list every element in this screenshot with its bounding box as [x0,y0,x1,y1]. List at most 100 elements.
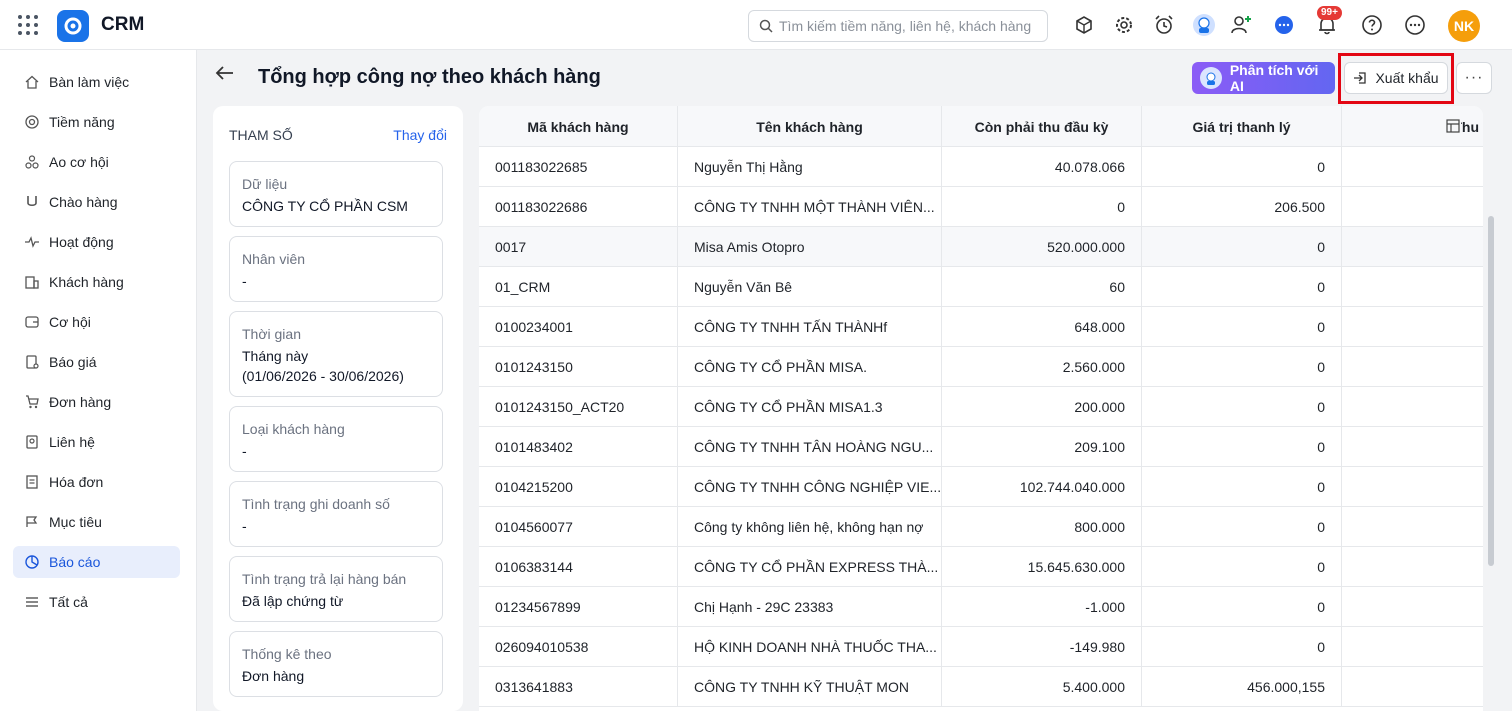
gear-icon[interactable] [1112,13,1136,37]
table-cell [1342,667,1483,707]
sidebar-item-muc-tieu[interactable]: Mục tiêu [13,506,180,538]
app-launcher-icon[interactable] [18,15,38,35]
column-header[interactable]: Còn phải thu đầu kỳ [942,106,1142,147]
table-cell: HỘ KINH DOANH NHÀ THUỐC THA... [678,627,942,667]
search-box[interactable] [748,10,1048,42]
change-params-link[interactable]: Thay đổi [393,127,447,143]
column-header[interactable]: Giá trị thanh lý [1142,106,1342,147]
param-card-return-status[interactable]: Tình trạng trả lại hàng bán Đã lập chứng… [229,556,443,622]
table-row[interactable]: 0101243150 CÔNG TY CỔ PHẦN MISA. 2.560.000… [479,347,1483,387]
table-cell: Nguyễn Thị Hằng [678,147,942,187]
sidebar-item-lien-he[interactable]: Liên hệ [13,426,180,458]
table-cell [1342,147,1483,187]
sidebar-item-label: Tiềm năng [49,114,115,130]
sidebar-item-chao-hang[interactable]: Chào hàng [13,186,180,218]
table-cell: 01234567899 [479,587,678,627]
param-label: Nhân viên [242,251,306,267]
sidebar-item-tiem-nang[interactable]: Tiềm năng [13,106,180,138]
table-cell: 026094010538 [479,627,678,667]
table-cell [1342,267,1483,307]
more-actions-button[interactable]: ··· [1456,62,1492,94]
table-row[interactable]: 001183022686 CÔNG TY TNHH MỘT THÀNH VIÊN.… [479,187,1483,227]
table-row[interactable]: 001183022685 Nguyễn Thị Hằng 40.078.066 0 [479,147,1483,187]
table-cell: 0 [1142,307,1342,347]
table-row[interactable]: 01234567899 Chị Hạnh - 29C 23383 -1.000 0 [479,587,1483,627]
table-cell: 456.000,155 [1142,667,1342,707]
alarm-clock-icon[interactable] [1152,13,1176,37]
param-card-sales-status[interactable]: Tình trạng ghi doanh số - [229,481,443,547]
table-cell: -1.000 [942,587,1142,627]
table-row[interactable]: 01_CRM Nguyễn Văn Bê 60 0 [479,267,1483,307]
sidebar-item-label: Mục tiêu [49,514,102,530]
analyze-with-ai-button[interactable]: Phân tích với AI [1192,62,1335,94]
table-row[interactable]: 0104215200 CÔNG TY TNHH CÔNG NGHIỆP VIE..… [479,467,1483,507]
param-card-employee[interactable]: Nhân viên - [229,236,443,302]
export-icon [1354,72,1367,84]
table-cell: 001183022686 [479,187,678,227]
table-scrollbar[interactable] [1485,106,1497,711]
table-cell: 01_CRM [479,267,678,307]
sidebar-item-hoat-dong[interactable]: Hoạt động [13,226,180,258]
table-cell: 102.744.040.000 [942,467,1142,507]
menu-icon [25,595,39,609]
column-header[interactable]: Mã khách hàng [479,106,678,147]
param-card-time[interactable]: Thời gian Tháng này (01/06/2026 - 30/06/… [229,311,443,397]
column-settings-icon[interactable] [1445,118,1461,134]
table-row[interactable]: 0017 Misa Amis Otopro 520.000.000 0 [479,227,1483,267]
sidebar-item-bao-gia[interactable]: Báo giá [13,346,180,378]
table-row[interactable]: 0100234001 CÔNG TY TNHH TẤN THÀNHf 648.000… [479,307,1483,347]
param-value: - [242,273,247,289]
table-cell: -149.980 [942,627,1142,667]
chat-icon[interactable] [1272,13,1296,37]
page-title: Tổng hợp công nợ theo khách hàng [258,66,601,88]
scrollbar-thumb[interactable] [1488,216,1494,566]
user-avatar[interactable]: NK [1448,10,1480,42]
sidebar-item-khach-hang[interactable]: Khách hàng [13,266,180,298]
sidebar-item-label: Liên hệ [49,434,95,450]
param-card-data[interactable]: Dữ liệu CÔNG TY CỔ PHẦN CSM [229,161,443,227]
param-label: Tình trạng ghi doanh số [242,496,390,512]
table-cell: 206.500 [1142,187,1342,227]
table-cell: 0101243150 [479,347,678,387]
sidebar-item-don-hang[interactable]: Đơn hàng [13,386,180,418]
back-arrow-icon[interactable] [214,62,236,84]
add-user-icon[interactable] [1229,13,1253,37]
sidebar-item-hoa-don[interactable]: Hóa đơn [13,466,180,498]
param-card-stat-by[interactable]: Thống kê theo Đơn hàng [229,631,443,697]
search-input[interactable] [779,18,1039,34]
table-cell: 2.560.000 [942,347,1142,387]
sidebar-item-tat-ca[interactable]: Tất cả [13,586,180,618]
table-cell: CÔNG TY TNHH MỘT THÀNH VIÊN... [678,187,942,227]
more-options-icon[interactable] [1403,13,1427,37]
table-cell: CÔNG TY TNHH TÂN HOÀNG NGU... [678,427,942,467]
help-icon[interactable] [1360,13,1384,37]
table-row[interactable]: 026094010538 HỘ KINH DOANH NHÀ THUỐC THA.… [479,627,1483,667]
table-cell: Công ty không liên hệ, không hạn nợ [678,507,942,547]
table-row[interactable]: 0104560077 Công ty không liên hệ, không h… [479,507,1483,547]
table-cell [1342,427,1483,467]
table-cell: Chị Hạnh - 29C 23383 [678,587,942,627]
sidebar-item-ban-lam-viec[interactable]: Bàn làm việc [13,66,180,98]
home-icon [25,75,39,89]
param-value: Đơn hàng [242,668,305,684]
ai-assistant-icon[interactable] [1192,13,1216,37]
table-row[interactable]: 0313641883 CÔNG TY TNHH KỸ THUẬT MON 5.400… [479,667,1483,707]
table-cell [1342,507,1483,547]
sidebar-item-co-hoi[interactable]: Cơ hội [13,306,180,338]
table-cell: 0 [1142,627,1342,667]
column-header[interactable]: Thu [1342,106,1483,147]
column-header[interactable]: Tên khách hàng [678,106,942,147]
sidebar-item-bao-cao[interactable]: Báo cáo [13,546,180,578]
table-row[interactable]: 0106383144 CÔNG TY CỔ PHẦN EXPRESS THÀ...… [479,547,1483,587]
param-card-customer-type[interactable]: Loại khách hàng - [229,406,443,472]
table-cell: 0 [1142,267,1342,307]
table-cell: Nguyễn Văn Bê [678,267,942,307]
box-search-icon[interactable] [1072,13,1096,37]
sidebar-item-ao-co-hoi[interactable]: Ao cơ hội [13,146,180,178]
table-row[interactable]: 0101243150_ACT20 CÔNG TY CỔ PHẦN MISA1.3 2… [479,387,1483,427]
table-cell: 0 [1142,227,1342,267]
table-cell [1342,387,1483,427]
crm-logo-icon[interactable] [57,10,89,42]
export-button[interactable]: Xuất khẩu [1344,62,1448,94]
table-row[interactable]: 0101483402 CÔNG TY TNHH TÂN HOÀNG NGU... 2… [479,427,1483,467]
